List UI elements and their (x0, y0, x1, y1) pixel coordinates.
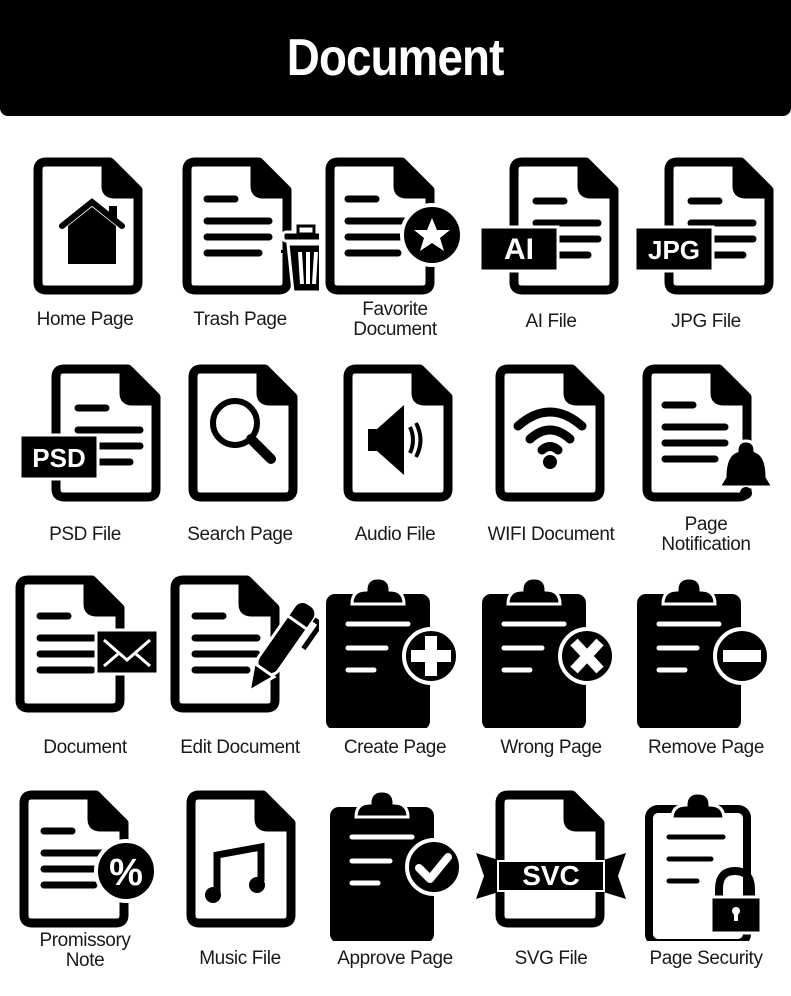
icon-tile: PSD PSD File (6, 355, 164, 570)
icon-label: Edit Document (180, 737, 300, 758)
svg-text:%: % (109, 852, 143, 894)
clipboard-minus-icon (637, 576, 771, 728)
icon-tile: % Promissory Note (6, 781, 164, 996)
icon-tile: Favorite Document (316, 140, 474, 355)
icon-label: Promissory Note (39, 930, 131, 971)
header-banner: Document (0, 0, 791, 116)
icon-label: Remove Page (647, 737, 764, 758)
music-file-icon (186, 790, 296, 928)
icon-label: Document (43, 737, 127, 758)
icon-label: AI File (525, 311, 577, 332)
clipboard-plus-icon (326, 576, 460, 728)
svg-text:PSD: PSD (32, 443, 85, 473)
icon-tile: Page Notification (627, 355, 785, 570)
icon-label: Music File (199, 948, 281, 969)
icon-tile: Create Page (316, 568, 474, 783)
icon-tile: Wrong Page (472, 568, 630, 783)
wifi-document-icon (495, 364, 605, 502)
svg-text:JPG: JPG (648, 235, 700, 265)
icon-tile: Trash Page (161, 140, 319, 355)
page-title: Document (287, 29, 505, 87)
svg-text:SVC: SVC (522, 860, 580, 891)
icon-tile: SVC SVG File (472, 781, 630, 996)
icon-label: Audio File (354, 524, 436, 545)
clipboard-lock-icon (645, 791, 763, 941)
icon-tile: Approve Page (316, 781, 474, 996)
icon-tile: JPG JPG File (627, 140, 785, 355)
icon-label: Wrong Page (500, 737, 602, 758)
search-document-icon (188, 364, 298, 502)
jpg-file-icon: JPG (633, 157, 774, 295)
icon-label: SVG File (514, 948, 588, 969)
icon-label: Page Notification (661, 514, 751, 555)
clipboard-check-icon (330, 789, 463, 941)
icon-label: PSD File (49, 524, 121, 545)
icon-tile: Music File (161, 781, 319, 996)
percent-document-icon: % (19, 790, 158, 928)
icon-label: Approve Page (337, 948, 453, 969)
svg-text:AI: AI (504, 233, 534, 266)
svg-file-icon: SVC (476, 790, 626, 928)
mail-document-icon (15, 575, 160, 713)
icon-tile: Remove Page (627, 568, 785, 783)
icon-label: JPG File (671, 311, 741, 332)
psd-file-icon: PSD (18, 364, 161, 502)
audio-file-icon (343, 364, 453, 502)
icon-tile: Edit Document (161, 568, 319, 783)
clipboard-x-icon (482, 576, 616, 728)
icon-label: Create Page (343, 737, 447, 758)
icon-label: WIFI Document (487, 524, 615, 545)
icon-label: Trash Page (193, 309, 287, 330)
icon-tile: Search Page (161, 355, 319, 570)
icon-label: Favorite Document (353, 299, 437, 340)
icon-label: Page Security (649, 948, 763, 969)
edit-document-icon (170, 575, 319, 713)
icon-tile: Audio File (316, 355, 474, 570)
icon-label: Home Page (36, 309, 134, 330)
home-document-icon (33, 157, 143, 295)
icon-tile: Document (6, 568, 164, 783)
ai-file-icon: AI (478, 157, 619, 295)
icon-tile: WIFI Document (472, 355, 630, 570)
icon-tile: Home Page (6, 140, 164, 355)
icon-label: Search Page (187, 524, 293, 545)
bell-document-icon (642, 364, 776, 502)
favorite-document-icon (325, 157, 464, 295)
icon-tile: AI AI File (472, 140, 630, 355)
icon-tile: Page Security (627, 781, 785, 996)
trash-document-icon (182, 157, 319, 295)
